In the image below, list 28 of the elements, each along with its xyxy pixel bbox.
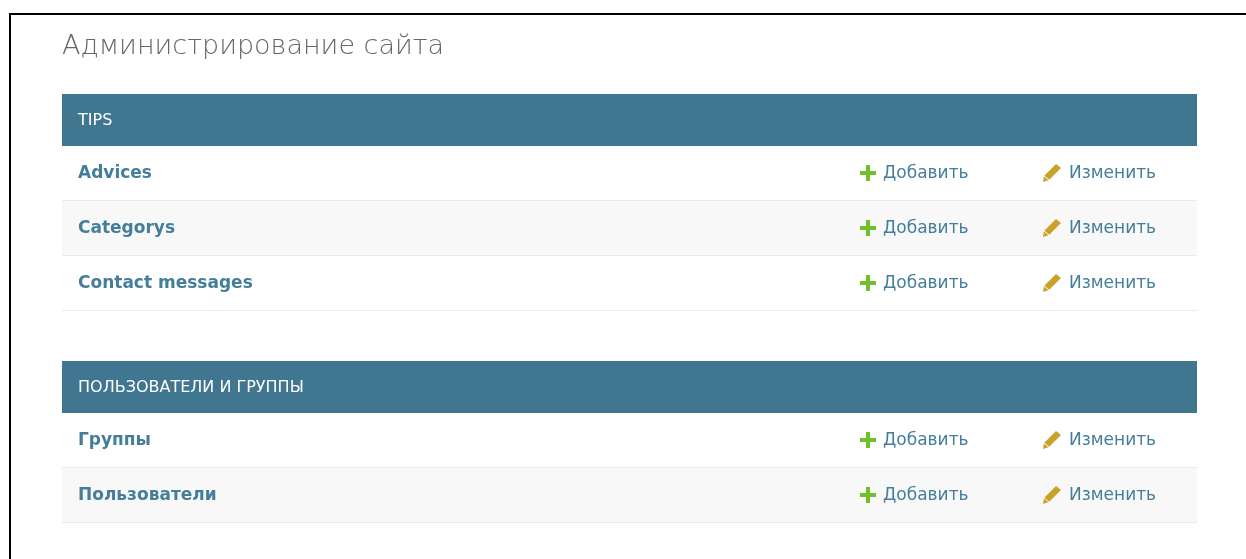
model-link[interactable]: Contact messages bbox=[78, 270, 253, 296]
plus-icon bbox=[859, 219, 877, 237]
model-link[interactable]: Categorys bbox=[78, 215, 176, 241]
page-title: Администрирование сайта bbox=[62, 28, 445, 62]
add-link[interactable]: Добавить bbox=[859, 270, 1041, 296]
pencil-icon bbox=[1041, 430, 1063, 450]
model-link[interactable]: Группы bbox=[78, 427, 151, 453]
pencil-icon bbox=[1041, 163, 1063, 183]
module-caption: ПОЛЬЗОВАТЕЛИ И ГРУППЫ bbox=[78, 376, 304, 398]
plus-icon bbox=[859, 164, 877, 182]
change-link[interactable]: Изменить bbox=[1041, 270, 1181, 296]
plus-icon bbox=[859, 274, 877, 292]
change-link[interactable]: Изменить bbox=[1041, 427, 1181, 453]
model-link[interactable]: Advices bbox=[78, 160, 152, 186]
add-link[interactable]: Добавить bbox=[859, 427, 1041, 453]
change-link[interactable]: Изменить bbox=[1041, 160, 1181, 186]
module-caption: TIPS bbox=[78, 109, 113, 131]
add-link[interactable]: Добавить bbox=[859, 160, 1041, 186]
pencil-icon bbox=[1041, 273, 1063, 293]
add-link[interactable]: Добавить bbox=[859, 215, 1041, 241]
change-link[interactable]: Изменить bbox=[1041, 482, 1181, 508]
plus-icon bbox=[859, 486, 877, 504]
pencil-icon bbox=[1041, 485, 1063, 505]
model-link[interactable]: Пользователи bbox=[78, 482, 217, 508]
plus-icon bbox=[859, 431, 877, 449]
pencil-icon bbox=[1041, 218, 1063, 238]
change-link[interactable]: Изменить bbox=[1041, 215, 1181, 241]
add-link[interactable]: Добавить bbox=[859, 482, 1041, 508]
